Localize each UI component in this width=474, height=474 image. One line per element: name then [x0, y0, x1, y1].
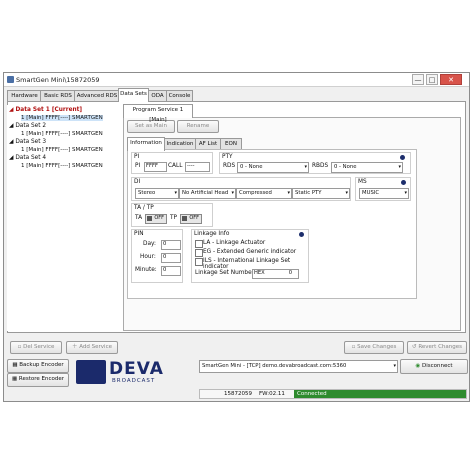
di-compressed-select[interactable]: Compressed ▾: [236, 188, 292, 199]
restore-encoder-button[interactable]: ▦ Restore Encoder: [7, 373, 69, 387]
call-input[interactable]: ----: [185, 162, 210, 172]
hour-input[interactable]: 0: [161, 253, 181, 263]
tree-data-set-4[interactable]: ◢ Data Set 4: [9, 155, 46, 161]
chevron-down-icon: ▾: [174, 190, 177, 196]
rename-button[interactable]: Rename: [177, 120, 219, 133]
linkage-set-input[interactable]: HEX 0: [252, 269, 299, 279]
day-input[interactable]: 0: [161, 240, 181, 250]
minimize-button[interactable]: —: [412, 74, 424, 85]
logo-mark-icon: [76, 360, 106, 384]
logo-text: DEVA: [109, 359, 164, 379]
add-service-button[interactable]: ＋ Add Service: [66, 341, 118, 354]
linkage-set-label: Linkage Set Number: [195, 270, 255, 276]
di-pty-select[interactable]: Static PTY ▾: [292, 188, 350, 199]
tatp-group: TA / TP TA OFF TP OFF: [131, 203, 213, 227]
tp-label: TP: [170, 215, 178, 221]
hour-label: Hour:: [140, 254, 156, 260]
serial-number: 15872059: [224, 391, 252, 397]
service-panel: Program Service 1 [Main] Set as Main Ren…: [123, 103, 461, 331]
chevron-down-icon: ▾: [304, 164, 307, 170]
minute-label: Minute:: [135, 267, 157, 273]
ms-info-icon[interactable]: [401, 180, 406, 185]
chevron-down-icon: ▾: [398, 164, 401, 170]
toggle-knob-icon: [182, 216, 187, 221]
tp-toggle[interactable]: OFF: [180, 214, 202, 224]
call-label: CALL: [168, 163, 183, 169]
chevron-down-icon: ▾: [393, 363, 396, 369]
tab-program-service[interactable]: Program Service 1 [Main]: [123, 104, 193, 123]
status-bar: 15872059 FW:02.11 Connected: [199, 389, 467, 399]
rbds-pty-select[interactable]: 0 - None ▾: [331, 162, 403, 173]
disconnect-button[interactable]: ◉ Disconnect: [400, 359, 468, 374]
chevron-down-icon: ▾: [287, 190, 290, 196]
data-set-tree: ◢ Data Set 1 [Current] 1 [Main] FFFF[---…: [7, 105, 112, 331]
pty-label: PTY: [222, 154, 233, 160]
tatp-label: TA / TP: [134, 205, 154, 211]
day-label: Day:: [143, 241, 156, 247]
linkage-label: Linkage Info: [194, 231, 230, 237]
tab-data-sets[interactable]: Data Sets: [118, 88, 149, 102]
ils-checkbox[interactable]: [195, 258, 203, 266]
chevron-down-icon: ▾: [231, 190, 234, 196]
pty-info-icon[interactable]: [400, 155, 405, 160]
pin-label: PIN: [134, 231, 144, 237]
deva-logo: DEVA BROADCAST: [76, 358, 191, 386]
tree-data-set-3[interactable]: ◢ Data Set 3: [9, 139, 46, 145]
tree-service-1[interactable]: 1 [Main] FFFF[----] SMARTGEN: [21, 115, 103, 121]
ms-label: MS: [358, 179, 367, 185]
di-stereo-select[interactable]: Stereo ▾: [135, 188, 179, 199]
app-icon: [7, 76, 14, 83]
pin-group: PIN Day: 0 Hour: 0 Minute: 0: [131, 229, 183, 283]
tree-data-set-2[interactable]: ◢ Data Set 2: [9, 123, 46, 129]
maximize-button[interactable]: □: [426, 74, 438, 85]
pty-group: PTY RDS 0 - None ▾ RBDS 0 - None ▾: [219, 152, 411, 174]
chevron-down-icon: ▾: [345, 190, 348, 196]
chevron-down-icon: ▾: [404, 190, 407, 196]
rds-label: RDS: [223, 163, 236, 169]
tree-service-4[interactable]: 1 [Main] FFFF[----] SMARTGEN: [21, 163, 103, 169]
connection-status: Connected: [294, 390, 466, 398]
rds-pty-select[interactable]: 0 - None ▾: [237, 162, 309, 173]
firmware-version: FW:02.11: [259, 391, 285, 397]
di-group: DI Stereo ▾ No Artificial Head ▾ Compresse…: [131, 177, 351, 201]
tree-data-set-1[interactable]: ◢ Data Set 1 [Current]: [9, 107, 82, 113]
del-service-button[interactable]: ▫ Del Service: [10, 341, 62, 354]
pi-label: PI: [134, 154, 140, 160]
linkage-info-icon[interactable]: [299, 232, 304, 237]
rbds-label: RBDS: [312, 163, 329, 169]
restore-icon: ▦: [11, 376, 19, 382]
di-label: DI: [134, 179, 141, 185]
di-head-select[interactable]: No Artificial Head ▾: [179, 188, 236, 199]
pi-field-label: PI: [135, 163, 141, 169]
ms-select[interactable]: MUSIC ▾: [359, 188, 409, 199]
pi-group: PI PI FFFF CALL ----: [131, 152, 213, 174]
ms-group: MS MUSIC ▾: [355, 177, 411, 201]
la-label: LA - Linkage Actuator: [203, 240, 266, 246]
la-checkbox[interactable]: [195, 240, 203, 248]
ta-label: TA: [135, 215, 143, 221]
save-changes-button[interactable]: ▫ Save Changes: [344, 341, 404, 354]
revert-changes-button[interactable]: ↺ Revert Changes: [407, 341, 467, 354]
backup-encoder-button[interactable]: ▦ Backup Encoder: [7, 359, 69, 373]
subtab-information[interactable]: Information: [127, 137, 165, 151]
toggle-knob-icon: [147, 216, 152, 221]
hex-label: HEX: [254, 270, 265, 276]
tree-service-2[interactable]: 1 [Main] FFFF[----] SMARTGEN: [21, 131, 103, 137]
eg-checkbox[interactable]: [195, 249, 203, 257]
minute-input[interactable]: 0: [161, 266, 181, 276]
tree-service-3[interactable]: 1 [Main] FFFF[----] SMARTGEN: [21, 147, 103, 153]
close-button[interactable]: ✕: [440, 74, 462, 85]
title-bar: SmartGen Mini\15872059 — □ ✕: [4, 73, 469, 87]
window-title: SmartGen Mini\15872059: [16, 76, 100, 84]
linkage-set-value: 0: [288, 270, 292, 276]
logo-subtext: BROADCAST: [112, 378, 156, 384]
connection-select[interactable]: SmartGen Mini - [TCP] demo.devabroadcast…: [199, 360, 398, 373]
eg-label: EG - Extended Generic indicator: [203, 249, 297, 255]
linkage-group: Linkage Info LA - Linkage Actuator EG - …: [191, 229, 309, 283]
pi-input[interactable]: FFFF: [144, 162, 167, 172]
ta-toggle[interactable]: OFF: [145, 214, 167, 224]
app-window: SmartGen Mini\15872059 — □ ✕ Hardware Ba…: [3, 72, 470, 402]
